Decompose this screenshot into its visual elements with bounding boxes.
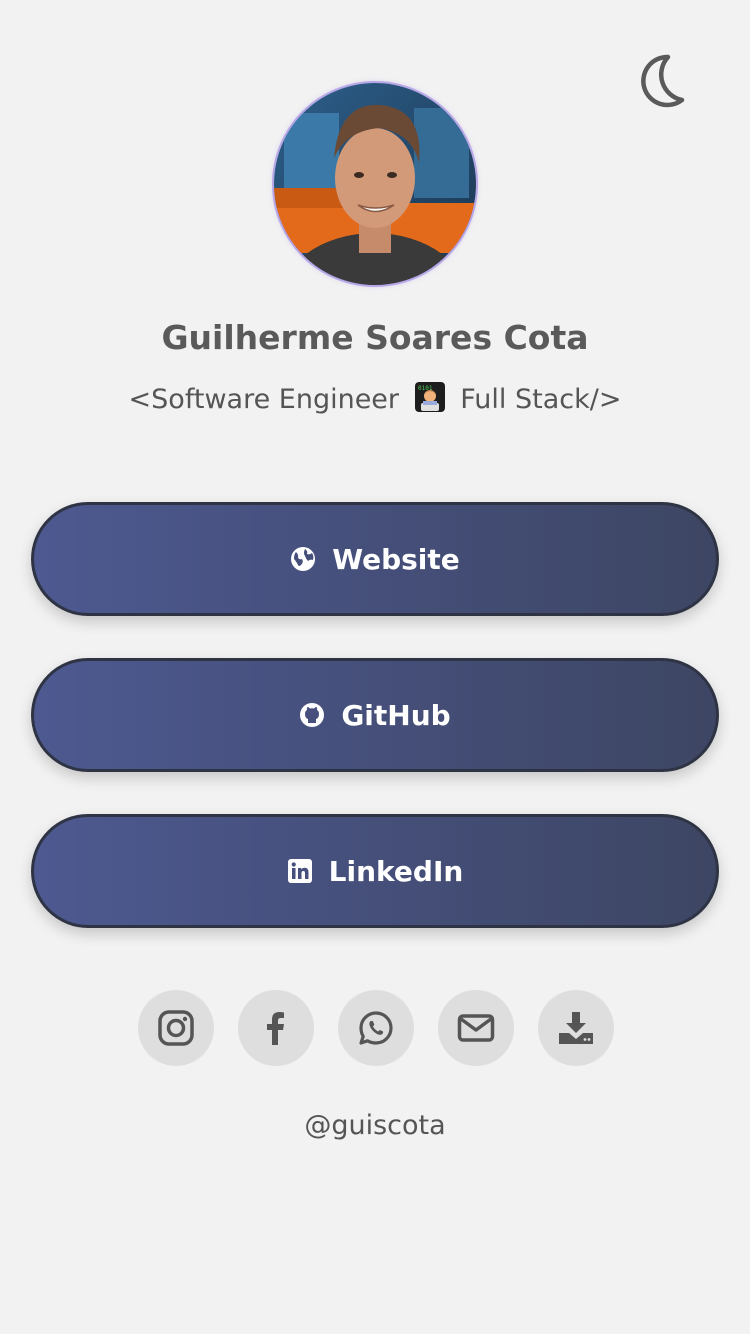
envelope-icon	[457, 1014, 495, 1042]
tagline-prefix: <Software Engineer	[128, 384, 400, 415]
email-button[interactable]	[438, 990, 514, 1066]
instagram-button[interactable]	[138, 990, 214, 1066]
social-links	[138, 990, 614, 1066]
facebook-button[interactable]	[238, 990, 314, 1066]
facebook-icon	[267, 1012, 284, 1045]
username-handle: @guiscota	[304, 1110, 446, 1141]
linktree-page: Guilherme Soares Cota <Software Engineer…	[0, 0, 750, 1334]
linkedin-button-label: LinkedIn	[328, 854, 464, 888]
globe-icon	[291, 547, 316, 571]
download-button[interactable]	[538, 990, 614, 1066]
github-button-label: GitHub	[341, 698, 451, 732]
profile-name: Guilherme Soares Cota	[161, 318, 589, 357]
linkedin-icon	[287, 859, 312, 883]
tagline-suffix: Full Stack/>	[460, 384, 622, 415]
whatsapp-button[interactable]	[338, 990, 414, 1066]
instagram-icon	[158, 1010, 194, 1046]
whatsapp-icon	[359, 1011, 393, 1045]
profile-tagline: <Software Engineer 0101 Full Stack/>	[0, 381, 750, 415]
technologist-emoji-icon: 0101	[414, 381, 446, 413]
theme-toggle-button[interactable]	[632, 52, 690, 110]
github-button[interactable]: GitHub	[31, 658, 719, 772]
github-icon	[300, 703, 325, 727]
linkedin-button[interactable]: LinkedIn	[31, 814, 719, 928]
moon-icon	[641, 54, 685, 108]
website-button-label: Website	[332, 542, 460, 576]
avatar	[274, 83, 476, 285]
download-icon	[559, 1012, 593, 1044]
website-button[interactable]: Website	[31, 502, 719, 616]
